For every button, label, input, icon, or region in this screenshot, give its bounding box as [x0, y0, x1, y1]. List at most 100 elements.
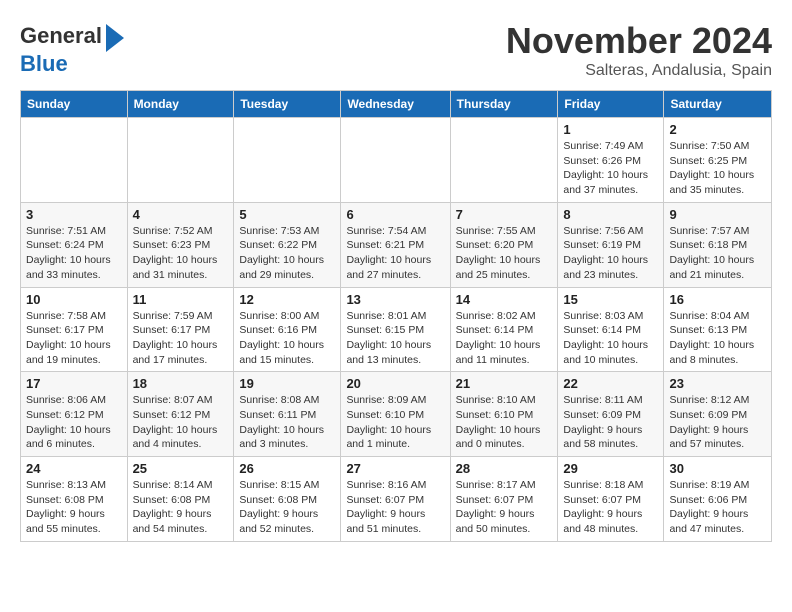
calendar-cell: 25 Sunrise: 8:14 AM Sunset: 6:08 PM Dayli…	[127, 457, 234, 542]
calendar-cell: 6 Sunrise: 7:54 AM Sunset: 6:21 PM Daylig…	[341, 202, 450, 287]
day-info: Sunrise: 8:03 AM Sunset: 6:14 PM Dayligh…	[563, 309, 658, 368]
calendar-cell: 14 Sunrise: 8:02 AM Sunset: 6:14 PM Dayli…	[450, 287, 558, 372]
calendar-cell: 26 Sunrise: 8:15 AM Sunset: 6:08 PM Dayli…	[234, 457, 341, 542]
day-number: 17	[26, 376, 122, 391]
calendar-cell: 20 Sunrise: 8:09 AM Sunset: 6:10 PM Dayli…	[341, 372, 450, 457]
day-info: Sunrise: 7:58 AM Sunset: 6:17 PM Dayligh…	[26, 309, 122, 368]
day-number: 22	[563, 376, 658, 391]
day-info: Sunrise: 7:53 AM Sunset: 6:22 PM Dayligh…	[239, 224, 335, 283]
calendar-cell: 19Sunrise: 8:08 AM Sunset: 6:11 PM Dayli…	[234, 372, 341, 457]
day-number: 11	[133, 292, 229, 307]
day-info: Sunrise: 7:50 AM Sunset: 6:25 PM Dayligh…	[669, 139, 766, 198]
day-info: Sunrise: 7:51 AM Sunset: 6:24 PM Dayligh…	[26, 224, 122, 283]
calendar-week-row: 17 Sunrise: 8:06 AM Sunset: 6:12 PM Dayli…	[21, 372, 772, 457]
day-info: Sunrise: 7:55 AM Sunset: 6:20 PM Dayligh…	[456, 224, 553, 283]
day-number: 10	[26, 292, 122, 307]
calendar-week-row: 24Sunrise: 8:13 AM Sunset: 6:08 PM Dayli…	[21, 457, 772, 542]
day-info: Sunrise: 8:15 AM Sunset: 6:08 PM Dayligh…	[239, 478, 335, 537]
day-number: 16	[669, 292, 766, 307]
calendar-cell	[341, 118, 450, 203]
day-info: Sunrise: 7:56 AM Sunset: 6:19 PM Dayligh…	[563, 224, 658, 283]
calendar-cell: 5 Sunrise: 7:53 AM Sunset: 6:22 PM Daylig…	[234, 202, 341, 287]
header-sunday: Sunday	[21, 91, 128, 118]
calendar-cell: 22 Sunrise: 8:11 AM Sunset: 6:09 PM Dayli…	[558, 372, 664, 457]
logo-text-general: General	[20, 24, 102, 48]
calendar-cell: 21Sunrise: 8:10 AM Sunset: 6:10 PM Dayli…	[450, 372, 558, 457]
day-number: 12	[239, 292, 335, 307]
calendar-cell	[127, 118, 234, 203]
title-area: November 2024 Salteras, Andalusia, Spain	[506, 20, 772, 80]
day-info: Sunrise: 8:18 AM Sunset: 6:07 PM Dayligh…	[563, 478, 658, 537]
day-number: 23	[669, 376, 766, 391]
calendar-cell	[450, 118, 558, 203]
day-info: Sunrise: 8:11 AM Sunset: 6:09 PM Dayligh…	[563, 393, 658, 452]
calendar-cell: 4Sunrise: 7:52 AM Sunset: 6:23 PM Daylig…	[127, 202, 234, 287]
month-title: November 2024	[506, 20, 772, 62]
day-number: 24	[26, 461, 122, 476]
logo-arrow-icon	[106, 24, 124, 52]
day-info: Sunrise: 7:54 AM Sunset: 6:21 PM Dayligh…	[346, 224, 444, 283]
calendar-cell: 8 Sunrise: 7:56 AM Sunset: 6:19 PM Daylig…	[558, 202, 664, 287]
calendar-cell: 11Sunrise: 7:59 AM Sunset: 6:17 PM Dayli…	[127, 287, 234, 372]
day-info: Sunrise: 7:49 AM Sunset: 6:26 PM Dayligh…	[563, 139, 658, 198]
calendar-week-row: 10 Sunrise: 7:58 AM Sunset: 6:17 PM Dayli…	[21, 287, 772, 372]
day-number: 20	[346, 376, 444, 391]
day-info: Sunrise: 7:57 AM Sunset: 6:18 PM Dayligh…	[669, 224, 766, 283]
calendar-cell: 9 Sunrise: 7:57 AM Sunset: 6:18 PM Daylig…	[664, 202, 772, 287]
day-number: 28	[456, 461, 553, 476]
day-info: Sunrise: 8:02 AM Sunset: 6:14 PM Dayligh…	[456, 309, 553, 368]
calendar-cell: 3 Sunrise: 7:51 AM Sunset: 6:24 PM Daylig…	[21, 202, 128, 287]
day-number: 27	[346, 461, 444, 476]
calendar-cell: 1 Sunrise: 7:49 AM Sunset: 6:26 PM Daylig…	[558, 118, 664, 203]
calendar-table: SundayMondayTuesdayWednesdayThursdayFrid…	[20, 90, 772, 542]
day-number: 15	[563, 292, 658, 307]
day-number: 14	[456, 292, 553, 307]
day-number: 5	[239, 207, 335, 222]
day-number: 18	[133, 376, 229, 391]
header-wednesday: Wednesday	[341, 91, 450, 118]
day-number: 3	[26, 207, 122, 222]
calendar-week-row: 3 Sunrise: 7:51 AM Sunset: 6:24 PM Daylig…	[21, 202, 772, 287]
header-saturday: Saturday	[664, 91, 772, 118]
calendar-cell: 7Sunrise: 7:55 AM Sunset: 6:20 PM Daylig…	[450, 202, 558, 287]
page-header: General Blue November 2024 Salteras, And…	[20, 20, 772, 80]
header-thursday: Thursday	[450, 91, 558, 118]
day-number: 9	[669, 207, 766, 222]
location-title: Salteras, Andalusia, Spain	[506, 62, 772, 80]
calendar-body: 1 Sunrise: 7:49 AM Sunset: 6:26 PM Daylig…	[21, 118, 772, 542]
calendar-cell: 2 Sunrise: 7:50 AM Sunset: 6:25 PM Daylig…	[664, 118, 772, 203]
day-number: 4	[133, 207, 229, 222]
day-number: 8	[563, 207, 658, 222]
calendar-cell: 28 Sunrise: 8:17 AM Sunset: 6:07 PM Dayli…	[450, 457, 558, 542]
calendar-week-row: 1 Sunrise: 7:49 AM Sunset: 6:26 PM Daylig…	[21, 118, 772, 203]
header-friday: Friday	[558, 91, 664, 118]
logo-text-blue: Blue	[20, 51, 68, 76]
calendar-cell: 23Sunrise: 8:12 AM Sunset: 6:09 PM Dayli…	[664, 372, 772, 457]
calendar-header-row: SundayMondayTuesdayWednesdayThursdayFrid…	[21, 91, 772, 118]
calendar-cell: 30Sunrise: 8:19 AM Sunset: 6:06 PM Dayli…	[664, 457, 772, 542]
calendar-cell: 12 Sunrise: 8:00 AM Sunset: 6:16 PM Dayli…	[234, 287, 341, 372]
day-number: 6	[346, 207, 444, 222]
day-info: Sunrise: 8:14 AM Sunset: 6:08 PM Dayligh…	[133, 478, 229, 537]
day-info: Sunrise: 8:01 AM Sunset: 6:15 PM Dayligh…	[346, 309, 444, 368]
day-info: Sunrise: 8:17 AM Sunset: 6:07 PM Dayligh…	[456, 478, 553, 537]
day-info: Sunrise: 8:16 AM Sunset: 6:07 PM Dayligh…	[346, 478, 444, 537]
calendar-cell	[234, 118, 341, 203]
day-number: 1	[563, 122, 658, 137]
day-info: Sunrise: 8:08 AM Sunset: 6:11 PM Dayligh…	[239, 393, 335, 452]
calendar-cell: 29 Sunrise: 8:18 AM Sunset: 6:07 PM Dayli…	[558, 457, 664, 542]
day-info: Sunrise: 8:06 AM Sunset: 6:12 PM Dayligh…	[26, 393, 122, 452]
calendar-cell: 17 Sunrise: 8:06 AM Sunset: 6:12 PM Dayli…	[21, 372, 128, 457]
header-tuesday: Tuesday	[234, 91, 341, 118]
day-number: 25	[133, 461, 229, 476]
day-info: Sunrise: 8:09 AM Sunset: 6:10 PM Dayligh…	[346, 393, 444, 452]
day-info: Sunrise: 8:07 AM Sunset: 6:12 PM Dayligh…	[133, 393, 229, 452]
calendar-cell: 27 Sunrise: 8:16 AM Sunset: 6:07 PM Dayli…	[341, 457, 450, 542]
day-info: Sunrise: 8:00 AM Sunset: 6:16 PM Dayligh…	[239, 309, 335, 368]
day-info: Sunrise: 8:10 AM Sunset: 6:10 PM Dayligh…	[456, 393, 553, 452]
day-number: 26	[239, 461, 335, 476]
calendar-cell: 18 Sunrise: 8:07 AM Sunset: 6:12 PM Dayli…	[127, 372, 234, 457]
day-number: 29	[563, 461, 658, 476]
calendar-cell: 15 Sunrise: 8:03 AM Sunset: 6:14 PM Dayli…	[558, 287, 664, 372]
day-number: 2	[669, 122, 766, 137]
